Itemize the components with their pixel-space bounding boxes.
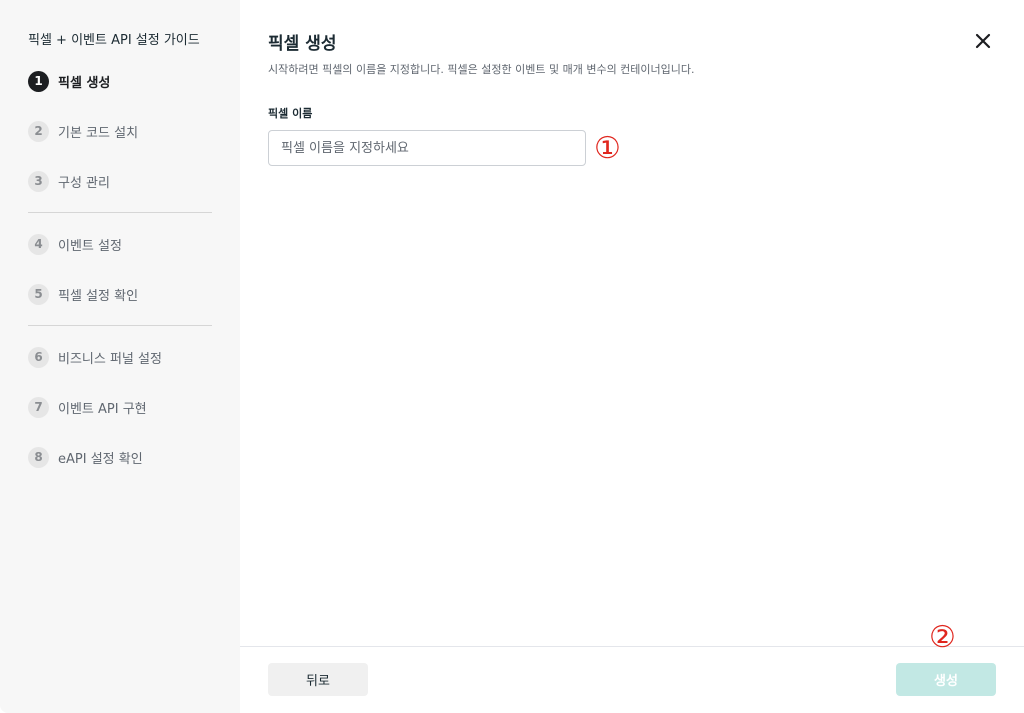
step-number: 7	[28, 396, 49, 418]
annotation-marker-2: ②	[929, 620, 956, 655]
step-label: 픽셀 설정 확인	[58, 288, 139, 304]
annotation-marker-1: ①	[594, 131, 621, 166]
pixel-name-input[interactable]	[268, 130, 586, 166]
step-manage-config[interactable]: 3 구성 관리	[28, 170, 110, 192]
page-title: 픽셀 생성	[268, 34, 337, 54]
close-button[interactable]	[972, 30, 994, 52]
step-label: 이벤트 API 구현	[58, 401, 147, 417]
create-button[interactable]: 생성	[896, 663, 996, 696]
step-event-setup[interactable]: 4 이벤트 설정	[28, 233, 122, 255]
step-number: 2	[28, 120, 49, 142]
step-label: 픽셀 생성	[58, 75, 111, 91]
sidebar-divider	[28, 212, 212, 213]
step-verify-eapi[interactable]: 8 eAPI 설정 확인	[28, 446, 143, 468]
setup-guide-sidebar: 픽셀 + 이벤트 API 설정 가이드 1 픽셀 생성 2 기본 코드 설치 3…	[0, 0, 240, 713]
step-label: 이벤트 설정	[58, 238, 122, 254]
footer-divider	[240, 646, 1024, 647]
step-label: eAPI 설정 확인	[58, 451, 143, 467]
step-verify-pixel[interactable]: 5 픽셀 설정 확인	[28, 283, 138, 305]
page-subtitle: 시작하려면 픽셀의 이름을 지정합니다. 픽셀은 설정한 이벤트 및 매개 변수…	[268, 63, 695, 76]
pixel-setup-dialog: 픽셀 + 이벤트 API 설정 가이드 1 픽셀 생성 2 기본 코드 설치 3…	[0, 0, 1024, 713]
step-number: 3	[28, 170, 49, 192]
step-label: 비즈니스 퍼널 설정	[58, 351, 162, 367]
step-number: 4	[28, 233, 49, 255]
sidebar-divider	[28, 325, 212, 326]
guide-title: 픽셀 + 이벤트 API 설정 가이드	[28, 33, 200, 48]
step-business-funnel[interactable]: 6 비즈니스 퍼널 설정	[28, 346, 162, 368]
step-label: 구성 관리	[58, 175, 110, 191]
step-number: 8	[28, 446, 49, 468]
step-implement-event-api[interactable]: 7 이벤트 API 구현	[28, 396, 147, 418]
step-number: 6	[28, 346, 49, 368]
step-number: 1	[28, 70, 49, 92]
step-number: 5	[28, 283, 49, 305]
close-icon	[975, 33, 991, 49]
step-label: 기본 코드 설치	[58, 125, 139, 141]
back-button[interactable]: 뒤로	[268, 663, 368, 696]
pixel-name-label: 픽셀 이름	[268, 107, 313, 120]
step-install-base-code[interactable]: 2 기본 코드 설치	[28, 120, 138, 142]
step-create-pixel[interactable]: 1 픽셀 생성	[28, 70, 110, 92]
